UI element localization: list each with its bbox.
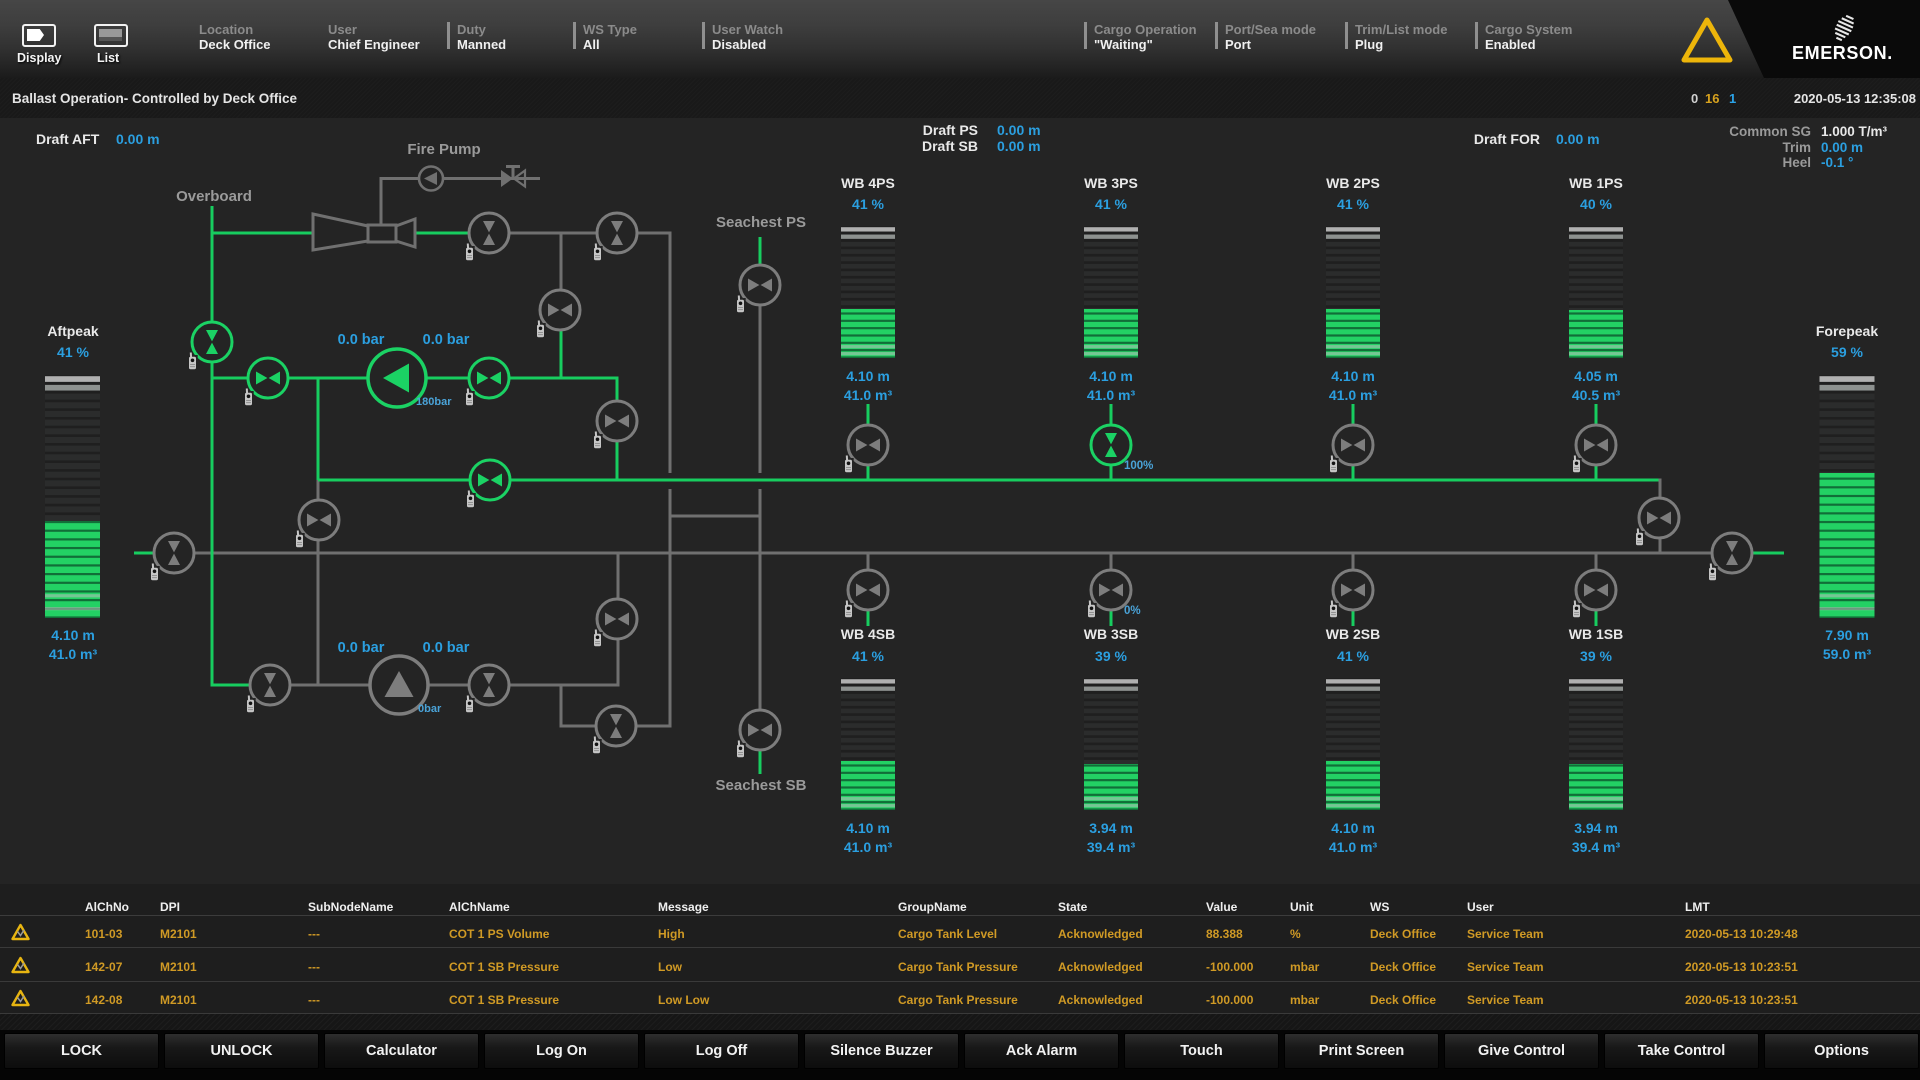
svg-text:-0.1 °: -0.1 ° <box>1821 155 1853 170</box>
svg-text:WB 1SB: WB 1SB <box>1569 626 1623 642</box>
svg-text:Draft SB: Draft SB <box>922 138 978 154</box>
svg-text:Heel: Heel <box>1782 155 1811 170</box>
svg-text:41.0 m³: 41.0 m³ <box>1087 387 1136 403</box>
svg-text:Draft AFT: Draft AFT <box>36 131 100 147</box>
svg-text:40.5 m³: 40.5 m³ <box>1572 387 1621 403</box>
svg-text:Fire Pump: Fire Pump <box>407 141 480 158</box>
svg-text:41.0 m³: 41.0 m³ <box>844 387 893 403</box>
svg-text:0.00 m: 0.00 m <box>116 131 160 147</box>
svg-text:WB 2PS: WB 2PS <box>1326 175 1380 191</box>
svg-text:4.05 m: 4.05 m <box>1574 368 1618 384</box>
svg-text:0.0 bar: 0.0 bar <box>423 640 470 656</box>
svg-text:40 %: 40 % <box>1580 196 1612 212</box>
svg-text:WB 3PS: WB 3PS <box>1084 175 1138 191</box>
svg-text:WB 2SB: WB 2SB <box>1326 626 1380 642</box>
svg-text:100%: 100% <box>1124 460 1153 472</box>
svg-text:7.90 m: 7.90 m <box>1825 627 1869 643</box>
svg-text:39.4 m³: 39.4 m³ <box>1572 839 1621 855</box>
svg-text:Draft FOR: Draft FOR <box>1474 131 1540 147</box>
svg-text:39 %: 39 % <box>1580 648 1612 664</box>
svg-text:41.0 m³: 41.0 m³ <box>1329 387 1378 403</box>
svg-text:0.0 bar: 0.0 bar <box>338 332 385 348</box>
svg-text:0.00 m: 0.00 m <box>997 122 1041 138</box>
svg-text:0.0 bar: 0.0 bar <box>423 332 470 348</box>
svg-text:Common SG: Common SG <box>1729 124 1811 139</box>
svg-text:41 %: 41 % <box>1095 196 1127 212</box>
svg-text:41 %: 41 % <box>1337 196 1369 212</box>
svg-text:41 %: 41 % <box>852 196 884 212</box>
svg-text:Aftpeak: Aftpeak <box>47 323 99 339</box>
svg-text:WB 3SB: WB 3SB <box>1084 626 1138 642</box>
svg-text:Forepeak: Forepeak <box>1816 323 1878 339</box>
svg-text:3.94 m: 3.94 m <box>1574 820 1618 836</box>
svg-text:0.00 m: 0.00 m <box>1821 140 1863 155</box>
svg-text:39.4 m³: 39.4 m³ <box>1087 839 1136 855</box>
svg-text:1.000 T/m³: 1.000 T/m³ <box>1821 124 1888 139</box>
svg-text:3.94 m: 3.94 m <box>1089 820 1133 836</box>
svg-text:0.0 bar: 0.0 bar <box>338 640 385 656</box>
svg-text:59.0 m³: 59.0 m³ <box>1823 646 1872 662</box>
svg-text:WB 1PS: WB 1PS <box>1569 175 1623 191</box>
svg-text:39 %: 39 % <box>1095 648 1127 664</box>
svg-text:59 %: 59 % <box>1831 344 1863 360</box>
svg-text:Overboard: Overboard <box>176 188 252 205</box>
svg-text:41 %: 41 % <box>57 344 89 360</box>
svg-text:41 %: 41 % <box>852 648 884 664</box>
svg-text:4.10 m: 4.10 m <box>1331 368 1375 384</box>
svg-text:0.00 m: 0.00 m <box>1556 131 1600 147</box>
svg-text:4.10 m: 4.10 m <box>1331 820 1375 836</box>
svg-text:Trim: Trim <box>1782 140 1811 155</box>
svg-text:41.0 m³: 41.0 m³ <box>49 646 98 662</box>
svg-text:4.10 m: 4.10 m <box>51 627 95 643</box>
svg-text:Draft PS: Draft PS <box>923 122 978 138</box>
svg-text:0bar: 0bar <box>418 703 442 715</box>
svg-text:41.0 m³: 41.0 m³ <box>1329 839 1378 855</box>
svg-text:0%: 0% <box>1124 605 1141 617</box>
svg-text:WB 4SB: WB 4SB <box>841 626 895 642</box>
svg-text:Seachest PS: Seachest PS <box>716 214 806 231</box>
svg-text:41 %: 41 % <box>1337 648 1369 664</box>
svg-text:4.10 m: 4.10 m <box>1089 368 1133 384</box>
svg-text:0.00 m: 0.00 m <box>997 138 1041 154</box>
svg-text:4.10 m: 4.10 m <box>846 368 890 384</box>
svg-text:180bar: 180bar <box>416 396 452 408</box>
svg-text:WB 4PS: WB 4PS <box>841 175 895 191</box>
svg-text:41.0 m³: 41.0 m³ <box>844 839 893 855</box>
svg-text:Seachest SB: Seachest SB <box>716 777 807 794</box>
svg-text:4.10 m: 4.10 m <box>846 820 890 836</box>
